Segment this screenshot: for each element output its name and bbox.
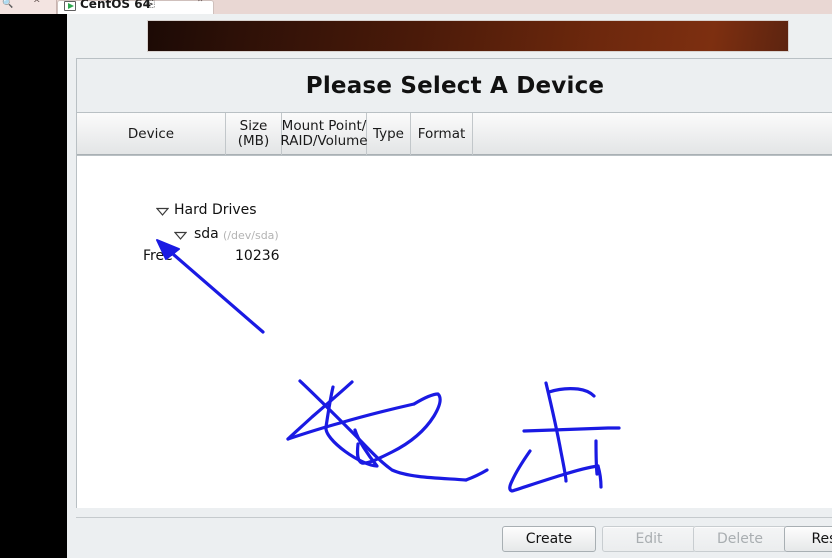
table-header-row: Device Size (MB) Mount Point/ RAID/Volum… xyxy=(77,112,832,155)
column-header-format[interactable]: Format xyxy=(411,113,473,155)
create-button[interactable]: Create xyxy=(502,526,596,552)
tab-title: CentOS 64 xyxy=(80,0,151,11)
tab-centos-64[interactable]: CentOS 64 ⎘ ⌃ xyxy=(57,0,214,14)
column-header-type[interactable]: Type xyxy=(367,113,411,155)
row-device-path: (/dev/sda) xyxy=(223,229,279,242)
page-title: Please Select A Device xyxy=(305,73,605,99)
installer-window: Please Select A Device Device Size (MB) … xyxy=(67,14,832,558)
row-size-value: 10236 xyxy=(235,248,280,264)
centos-banner-image xyxy=(148,21,788,51)
expander-triangle-icon[interactable] xyxy=(174,231,187,240)
delete-button: Delete xyxy=(693,526,787,552)
row-device-label: sda xyxy=(194,226,219,242)
column-header-device[interactable]: Device xyxy=(77,113,226,155)
screen: 🔍 ^ CentOS 64 ⎘ ⌃ Please Select A Device… xyxy=(0,0,832,558)
edit-button: Edit xyxy=(602,526,696,552)
dialog-button-bar: Create Edit Delete Reset xyxy=(76,517,832,558)
browser-tab-strip: 🔍 ^ CentOS 64 ⎘ ⌃ xyxy=(0,0,832,14)
column-header-filler xyxy=(473,113,832,155)
tab-restore-icon[interactable]: ⎘ xyxy=(146,0,155,11)
banner-area xyxy=(67,14,832,58)
tab-strip-left-controls: 🔍 ^ xyxy=(0,0,57,14)
device-selection-panel: Please Select A Device Device Size (MB) … xyxy=(76,58,832,508)
vm-play-icon xyxy=(64,0,78,12)
table-row[interactable]: Free 10236 xyxy=(77,245,832,268)
row-device-label: Hard Drives xyxy=(174,202,257,218)
row-device-label: Free xyxy=(143,248,173,264)
table-row[interactable]: Hard Drives xyxy=(77,199,832,222)
chevron-up-icon[interactable]: ^ xyxy=(33,0,41,11)
desktop-background xyxy=(0,14,67,558)
column-header-size[interactable]: Size (MB) xyxy=(226,113,282,155)
tab-close-icon[interactable]: ⌃ xyxy=(196,0,204,11)
reset-button[interactable]: Reset xyxy=(784,526,832,552)
column-header-mount-point[interactable]: Mount Point/ RAID/Volume xyxy=(280,113,368,155)
search-icon[interactable]: 🔍 xyxy=(2,0,13,11)
device-tree[interactable]: Hard Drives sda (/dev/sda) Free 10236 xyxy=(77,155,832,508)
table-row[interactable]: sda (/dev/sda) xyxy=(77,223,832,246)
expander-triangle-icon[interactable] xyxy=(156,207,169,216)
